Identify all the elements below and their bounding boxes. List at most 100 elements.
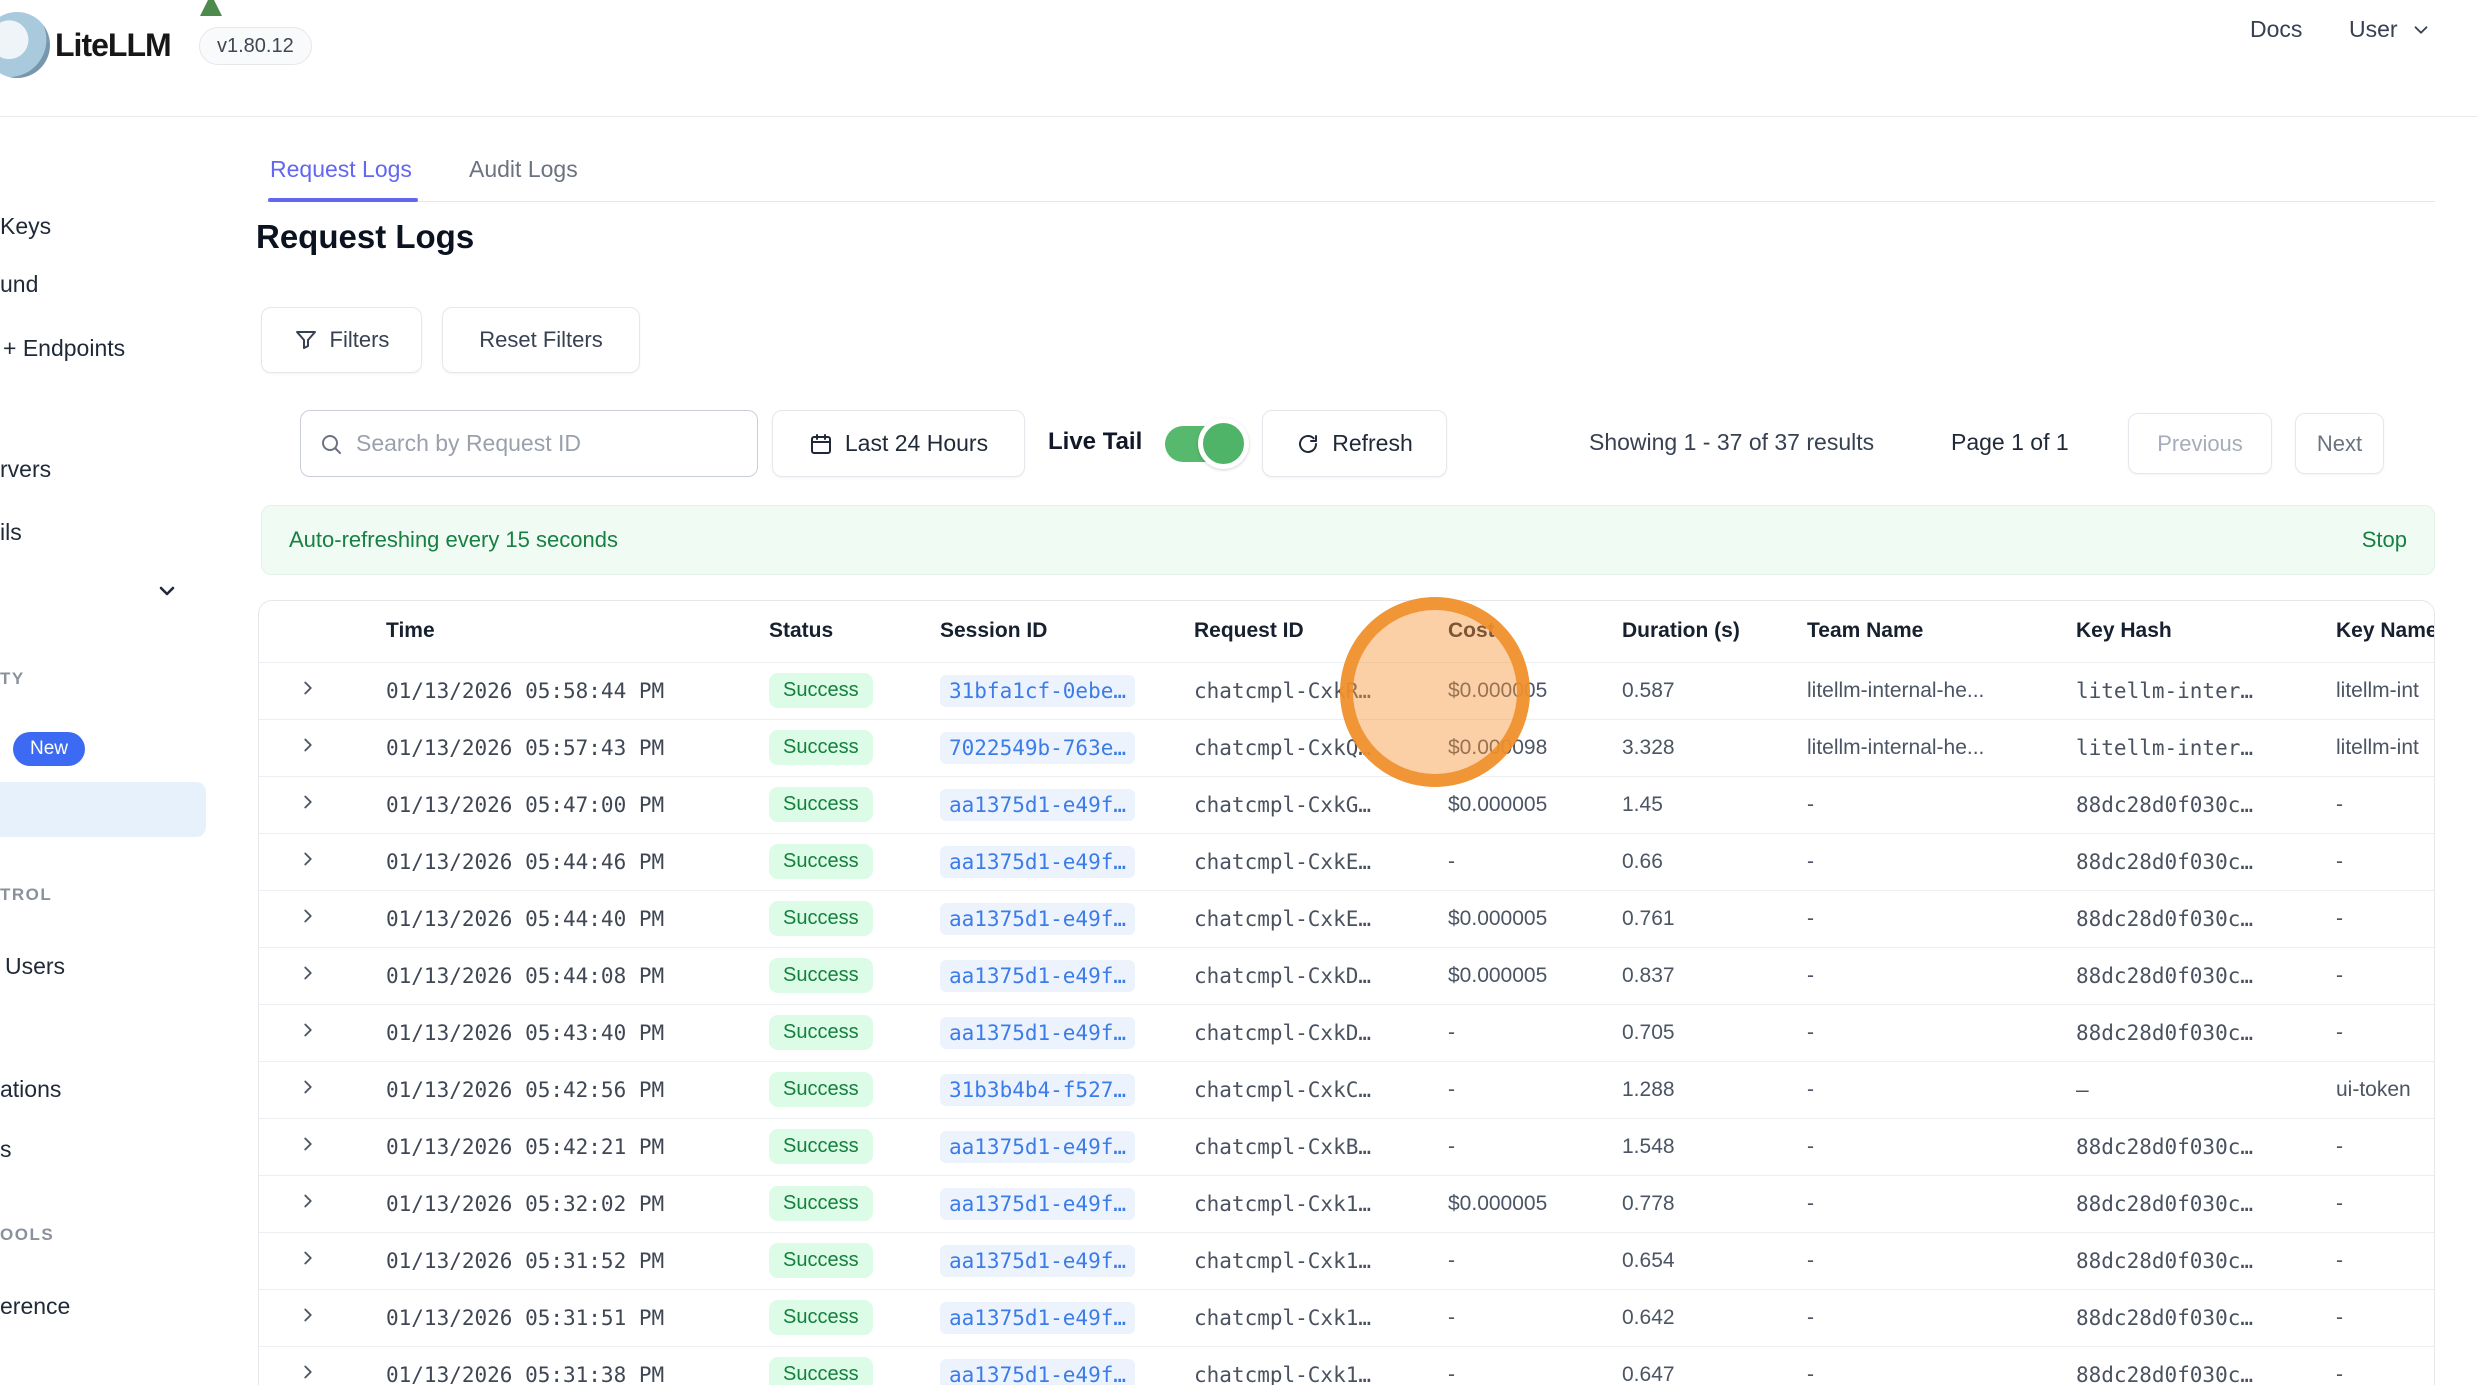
cell-cost: - (1448, 1346, 1622, 1385)
time-range-button[interactable]: Last 24 Hours (772, 410, 1025, 477)
chevron-right-icon (297, 734, 319, 756)
row-expander[interactable] (259, 776, 386, 833)
search-input[interactable] (356, 430, 739, 457)
cell-request-id: chatcmpl-CxkE… (1194, 833, 1448, 890)
auto-refresh-message: Auto-refreshing every 15 seconds (289, 527, 618, 553)
row-expander[interactable] (259, 1289, 386, 1346)
row-expander[interactable] (259, 719, 386, 776)
session-id-link[interactable]: aa1375d1-e49f… (940, 903, 1135, 935)
cell-key-name: litellm-int (2336, 719, 2434, 776)
nav-user-menu[interactable]: User (2349, 16, 2432, 43)
sidebar-item-teams[interactable]: s (0, 1136, 12, 1163)
cell-key-hash: 88dc28d0f030c… (2076, 1289, 2336, 1346)
cell-team-name: - (1807, 890, 2076, 947)
cell-team-name: litellm-internal-he... (1807, 662, 2076, 719)
chevron-right-icon (297, 677, 319, 699)
sidebar-item-internal-users[interactable]: Users (5, 953, 65, 980)
cell-team-name: - (1807, 1004, 2076, 1061)
results-summary: Showing 1 - 37 of 37 results (1589, 429, 1874, 456)
previous-page-button[interactable]: Previous (2128, 413, 2272, 474)
cell-request-id: chatcmpl-Cxk1… (1194, 1175, 1448, 1232)
cell-duration: 0.837 (1622, 947, 1807, 1004)
sidebar-item-guardrails[interactable]: ils (0, 519, 22, 546)
cell-status: Success (769, 1232, 940, 1289)
filters-button[interactable]: Filters (261, 307, 422, 373)
cell-request-id: chatcmpl-CxkR… (1194, 662, 1448, 719)
cell-request-id: chatcmpl-CxkC… (1194, 1061, 1448, 1118)
cell-session-id: aa1375d1-e49f… (940, 947, 1194, 1004)
session-id-link[interactable]: 7022549b-763e… (940, 732, 1135, 764)
cell-time: 01/13/2026 05:44:46 PM (386, 833, 769, 890)
reset-filters-button[interactable]: Reset Filters (442, 307, 640, 373)
cell-key-hash: – (2076, 1061, 2336, 1118)
column-header-session-id: Session ID (940, 601, 1194, 662)
cell-status: Success (769, 1118, 940, 1175)
sidebar-item-organizations[interactable]: ations (0, 1076, 61, 1103)
time-range-label: Last 24 Hours (845, 430, 988, 457)
sidebar-item-api-reference[interactable]: erence (0, 1293, 70, 1320)
cell-duration: 0.66 (1622, 833, 1807, 890)
row-expander[interactable] (259, 662, 386, 719)
live-tail-label: Live Tail (1048, 428, 1142, 456)
session-id-link[interactable]: aa1375d1-e49f… (940, 1131, 1135, 1163)
status-badge: Success (769, 844, 873, 879)
funnel-icon (294, 328, 318, 352)
sidebar-item-mcp-servers[interactable]: rvers (0, 456, 51, 483)
session-id-link[interactable]: aa1375d1-e49f… (940, 960, 1135, 992)
row-expander[interactable] (259, 1346, 386, 1385)
status-badge: Success (769, 901, 873, 936)
sidebar-section-observability: TY (0, 669, 25, 689)
cell-time: 01/13/2026 05:47:00 PM (386, 776, 769, 833)
cell-request-id: chatcmpl-Cxk1… (1194, 1232, 1448, 1289)
column-header-duration: Duration (s) (1622, 601, 1807, 662)
nav-user-label: User (2349, 16, 2398, 43)
row-expander[interactable] (259, 1061, 386, 1118)
cell-key-name: - (2336, 1118, 2434, 1175)
cell-session-id: aa1375d1-e49f… (940, 776, 1194, 833)
cell-duration: 1.548 (1622, 1118, 1807, 1175)
session-id-link[interactable]: aa1375d1-e49f… (940, 789, 1135, 821)
sidebar-item-logs-selected[interactable] (0, 782, 206, 837)
status-badge: Success (769, 1015, 873, 1050)
row-expander[interactable] (259, 1118, 386, 1175)
cell-request-id: chatcmpl-Cxk1… (1194, 1289, 1448, 1346)
row-expander[interactable] (259, 890, 386, 947)
cell-time: 01/13/2026 05:31:51 PM (386, 1289, 769, 1346)
sidebar-item-playground[interactable]: und (0, 271, 38, 298)
cell-key-hash: 88dc28d0f030c… (2076, 1175, 2336, 1232)
chevron-right-icon (297, 1076, 319, 1098)
cell-duration: 1.288 (1622, 1061, 1807, 1118)
row-expander[interactable] (259, 1004, 386, 1061)
stop-auto-refresh-link[interactable]: Stop (2362, 527, 2407, 553)
session-id-link[interactable]: 31b3b4b4-f527… (940, 1074, 1135, 1106)
nav-docs-link[interactable]: Docs (2250, 16, 2302, 43)
session-id-link[interactable]: aa1375d1-e49f… (940, 1017, 1135, 1049)
session-id-link[interactable]: aa1375d1-e49f… (940, 1188, 1135, 1220)
sidebar-item-models-endpoints[interactable]: + Endpoints (3, 335, 125, 362)
sidebar-collapse-chevron-icon[interactable] (155, 579, 179, 603)
live-tail-toggle[interactable] (1165, 426, 1242, 462)
next-page-button[interactable]: Next (2295, 413, 2384, 474)
cell-cost: - (1448, 1289, 1622, 1346)
session-id-link[interactable]: aa1375d1-e49f… (940, 1302, 1135, 1334)
status-badge: Success (769, 1300, 873, 1335)
cell-duration: 0.654 (1622, 1232, 1807, 1289)
cell-key-hash: 88dc28d0f030c… (2076, 1232, 2336, 1289)
tab-audit-logs[interactable]: Audit Logs (469, 156, 578, 183)
session-id-link[interactable]: aa1375d1-e49f… (940, 846, 1135, 878)
table-row: 01/13/2026 05:44:40 PM Success aa1375d1-… (259, 890, 2434, 947)
refresh-button[interactable]: Refresh (1262, 410, 1447, 477)
table-header: Time Status Session ID Request ID Cost D… (259, 601, 2434, 662)
row-expander[interactable] (259, 1175, 386, 1232)
session-id-link[interactable]: aa1375d1-e49f… (940, 1359, 1135, 1385)
cell-cost: $0.000005 (1448, 947, 1622, 1004)
row-expander[interactable] (259, 947, 386, 1004)
row-expander[interactable] (259, 833, 386, 890)
session-id-link[interactable]: 31bfa1cf-0ebe… (940, 675, 1135, 707)
session-id-link[interactable]: aa1375d1-e49f… (940, 1245, 1135, 1277)
tab-request-logs[interactable]: Request Logs (270, 156, 412, 183)
cell-time: 01/13/2026 05:44:08 PM (386, 947, 769, 1004)
row-expander[interactable] (259, 1232, 386, 1289)
sidebar-item-virtual-keys[interactable]: Keys (0, 213, 51, 240)
cell-request-id: chatcmpl-CxkD… (1194, 947, 1448, 1004)
